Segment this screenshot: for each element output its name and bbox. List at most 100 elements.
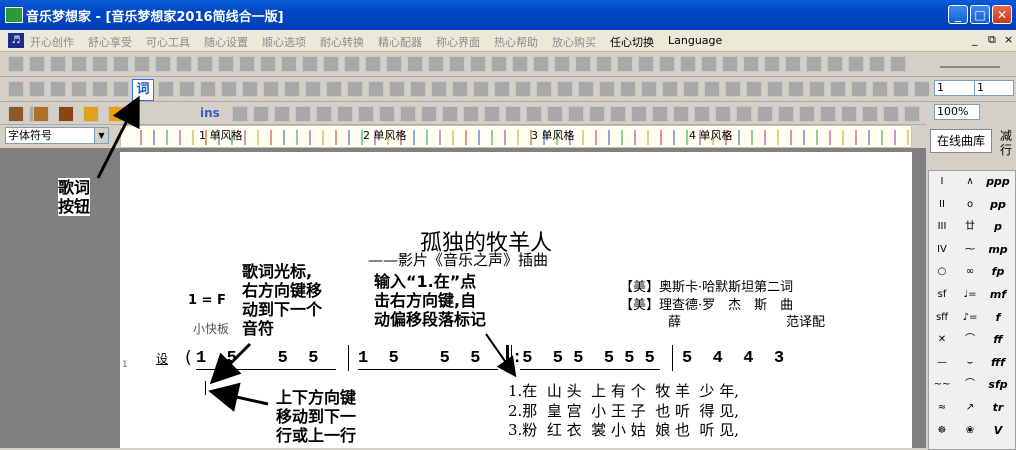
palette-symbol[interactable]: fff	[986, 353, 1010, 373]
menu-item[interactable]: 舒心享受	[88, 34, 132, 50]
palette-symbol[interactable]: ∧	[958, 172, 982, 192]
toolbar-tool-icon[interactable]	[263, 81, 279, 97]
toolbar-tool-icon[interactable]	[274, 106, 290, 122]
palette-symbol[interactable]: fp	[986, 262, 1010, 282]
measure-3[interactable]: :5 5 5 5 5 5	[512, 349, 655, 368]
maximize-button[interactable]: □	[970, 5, 990, 24]
toolbar-tool-icon[interactable]	[365, 56, 381, 72]
toolbar-tool-icon[interactable]	[260, 56, 276, 72]
toolbar-tool-icon[interactable]	[631, 106, 647, 122]
palette-symbol[interactable]: ppp	[986, 172, 1010, 192]
toolbar-tool-icon[interactable]	[589, 106, 605, 122]
toolbar-tool-icon[interactable]	[113, 81, 129, 97]
toolbar-tool-icon[interactable]	[746, 81, 762, 97]
toolbar-tool-icon[interactable]	[578, 81, 594, 97]
chevron-down-icon[interactable]: ▼	[94, 128, 108, 143]
menu-item[interactable]: 可心工具	[146, 34, 190, 50]
toolbar-tool-icon[interactable]	[799, 106, 815, 122]
toolbar-tool-icon[interactable]	[715, 106, 731, 122]
toolbar-tool-icon[interactable]	[554, 56, 570, 72]
toolbar-tool-icon[interactable]	[736, 106, 752, 122]
palette-symbol[interactable]: ❀	[958, 421, 982, 441]
palette-symbol[interactable]: mp	[986, 240, 1010, 260]
star-icon[interactable]	[108, 106, 124, 122]
menu-item[interactable]: 开心创作	[30, 34, 74, 50]
toolbar-tool-icon[interactable]	[536, 81, 552, 97]
palette-symbol[interactable]: —	[930, 353, 954, 373]
toolbar-tool-icon[interactable]	[386, 56, 402, 72]
toolbar-tool-icon[interactable]	[281, 56, 297, 72]
toolbar-tool-icon[interactable]	[71, 56, 87, 72]
toolbar-tool-icon[interactable]	[368, 81, 384, 97]
lyric-line-2[interactable]: 2.那 皇 宫 小 王 子 也 听 得 见,	[508, 400, 739, 421]
toolbar-tool-icon[interactable]	[155, 56, 171, 72]
toolbar-tool-icon[interactable]	[641, 81, 657, 97]
mdi-minimize-button[interactable]: _	[972, 33, 978, 46]
palette-symbol[interactable]: III	[930, 217, 954, 237]
toolbar-tool-icon[interactable]	[680, 56, 696, 72]
measure-4[interactable]: 5 4 4 3	[682, 349, 784, 368]
palette-symbol[interactable]: ↗	[958, 398, 982, 418]
toolbar-tool-icon[interactable]	[389, 81, 405, 97]
toolbar-tool-icon[interactable]	[400, 106, 416, 122]
toolbar-tool-icon[interactable]	[494, 81, 510, 97]
lyric-line-3[interactable]: 3.粉 红 衣 裳 小 姑 娘 也 听 见,	[508, 419, 739, 440]
palette-symbol[interactable]: ≈	[930, 398, 954, 418]
palette-symbol[interactable]: IV	[930, 240, 954, 260]
toolbar-tool-icon[interactable]	[725, 81, 741, 97]
mdi-restore-button[interactable]: ⧉	[988, 33, 996, 47]
drum-icon[interactable]	[8, 106, 24, 122]
guitar-icon[interactable]	[33, 106, 49, 122]
toolbar-tool-icon[interactable]	[893, 81, 909, 97]
palette-symbol[interactable]: ⌣	[958, 353, 982, 373]
palette-symbol[interactable]: ⁓	[958, 240, 982, 260]
menu-item[interactable]: 耐心转换	[320, 34, 364, 50]
insert-button[interactable]: ins	[200, 106, 220, 120]
toolbar-tool-icon[interactable]	[767, 81, 783, 97]
toolbar-tool-icon[interactable]	[8, 56, 24, 72]
toolbar-tool-icon[interactable]	[134, 56, 150, 72]
palette-symbol[interactable]: f	[986, 308, 1010, 328]
number-field-2[interactable]: 1	[974, 80, 1014, 96]
saxophone-icon[interactable]	[83, 106, 99, 122]
toolbar-tool-icon[interactable]	[8, 81, 24, 97]
menu-item[interactable]: 任心切换	[610, 34, 654, 50]
toolbar-tool-icon[interactable]	[596, 56, 612, 72]
palette-symbol[interactable]: o	[958, 195, 982, 215]
toolbar-tool-icon[interactable]	[505, 106, 521, 122]
toolbar-tool-icon[interactable]	[305, 81, 321, 97]
toolbar-tool-icon[interactable]	[904, 106, 920, 122]
mdi-close-button[interactable]: ×	[1004, 33, 1013, 46]
toolbar-tool-icon[interactable]	[197, 56, 213, 72]
toolbar-tool-icon[interactable]	[869, 56, 885, 72]
toolbar-tool-icon[interactable]	[533, 56, 549, 72]
toolbar-tool-icon[interactable]	[638, 56, 654, 72]
toolbar-tool-icon[interactable]	[239, 56, 255, 72]
menu-item[interactable]: 随心设置	[204, 34, 248, 50]
palette-symbol[interactable]: ff	[986, 330, 1010, 350]
toolbar-tool-icon[interactable]	[295, 106, 311, 122]
toolbar-tool-icon[interactable]	[743, 56, 759, 72]
toolbar-tool-icon[interactable]	[872, 81, 888, 97]
toolbar-tool-icon[interactable]	[547, 106, 563, 122]
menu-item[interactable]: 称心界面	[436, 34, 480, 50]
toolbar-tool-icon[interactable]	[659, 56, 675, 72]
toolbar-tool-icon[interactable]	[701, 56, 717, 72]
toolbar-tool-icon[interactable]	[407, 56, 423, 72]
toolbar-tool-icon[interactable]	[442, 106, 458, 122]
palette-symbol[interactable]: ♪=	[958, 308, 982, 328]
measure-2[interactable]: 1 5 5 5	[358, 349, 480, 368]
toolbar-tool-icon[interactable]	[568, 106, 584, 122]
toolbar-tool-icon[interactable]	[662, 81, 678, 97]
toolbar-tool-icon[interactable]	[841, 106, 857, 122]
toolbar-tool-icon[interactable]	[484, 106, 500, 122]
menu-item[interactable]: Language	[668, 34, 722, 47]
toolbar-tool-icon[interactable]	[232, 106, 248, 122]
toolbar-tool-icon[interactable]	[302, 56, 318, 72]
toolbar-tool-icon[interactable]	[526, 106, 542, 122]
toolbar-tool-icon[interactable]	[683, 81, 699, 97]
toolbar-tool-icon[interactable]	[316, 106, 332, 122]
measure-1[interactable]: 1 5 5 5	[196, 349, 318, 368]
toolbar-tool-icon[interactable]	[862, 106, 878, 122]
toolbar-tool-icon[interactable]	[890, 56, 906, 72]
